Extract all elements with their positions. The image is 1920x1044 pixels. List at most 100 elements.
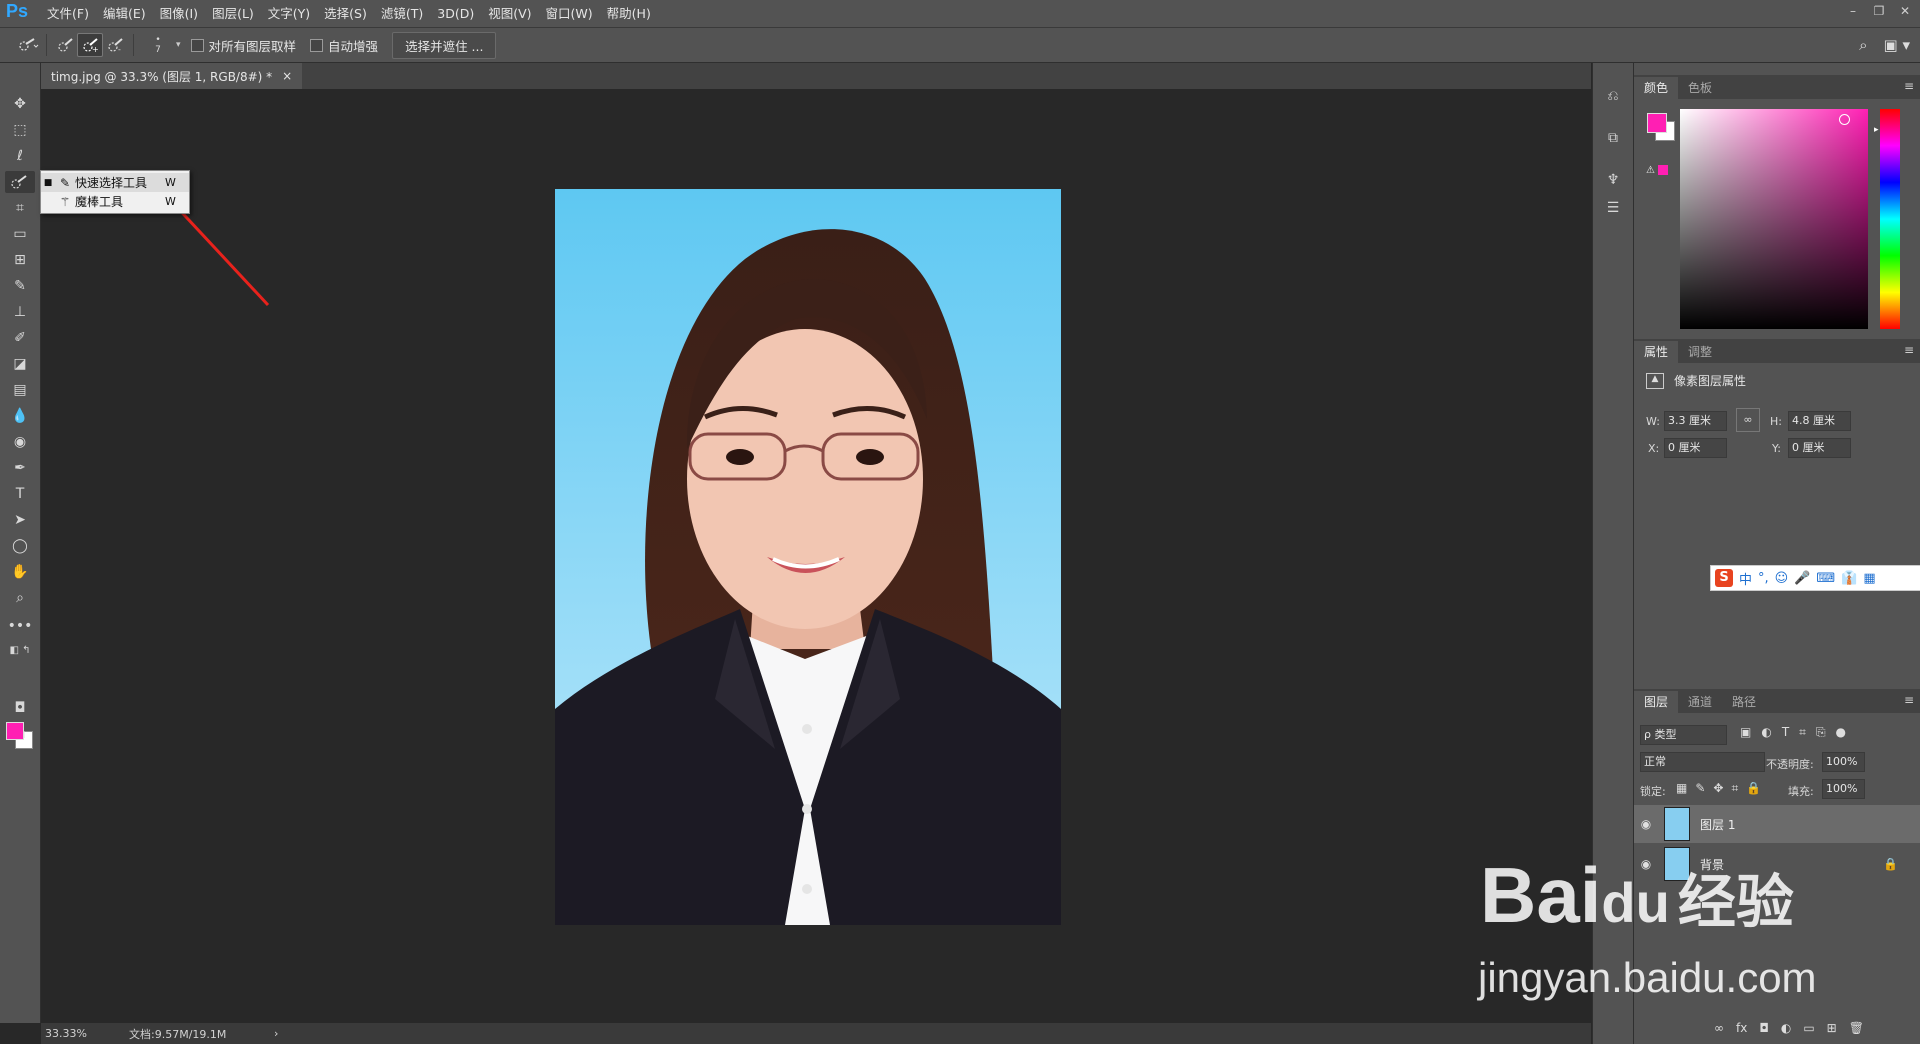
tab-color[interactable]: 颜色: [1634, 77, 1679, 99]
filter-shape-icon[interactable]: ⌗: [1799, 725, 1806, 740]
opacity-field[interactable]: 100%: [1822, 752, 1865, 772]
eraser-tool[interactable]: ◪: [5, 353, 35, 375]
zoom-tool[interactable]: ⌕: [5, 587, 35, 609]
menu-window[interactable]: 窗口(W): [539, 0, 600, 27]
restore-button[interactable]: ❐: [1870, 3, 1888, 19]
quick-mask-tool[interactable]: ◘: [5, 697, 35, 719]
color-picker-cursor[interactable]: [1839, 114, 1850, 125]
pen-tool[interactable]: ✒: [5, 457, 35, 479]
history-brush-tool[interactable]: ✐: [5, 327, 35, 349]
crop-tool[interactable]: ⌗: [5, 197, 35, 219]
filter-pixel-icon[interactable]: ▣: [1740, 725, 1751, 740]
close-button[interactable]: ✕: [1896, 3, 1914, 19]
edit-toolbar[interactable]: •••: [5, 615, 35, 637]
x-field[interactable]: 0 厘米: [1664, 438, 1727, 458]
menu-layer[interactable]: 图层(L): [205, 0, 261, 27]
search-icon[interactable]: ⌕: [1859, 36, 1867, 54]
add-to-selection-button[interactable]: +: [77, 33, 103, 57]
lock-pixels-icon[interactable]: ✎: [1695, 781, 1705, 796]
menu-select[interactable]: 选择(S): [317, 0, 374, 27]
menu-view[interactable]: 视图(V): [481, 0, 538, 27]
layer-row-1[interactable]: ◉ 图层 1: [1634, 805, 1920, 843]
adjustments-icon[interactable]: ☰: [1601, 197, 1625, 219]
new-selection-button[interactable]: [53, 34, 77, 56]
menu-type[interactable]: 文字(Y): [261, 0, 317, 27]
brush-settings-icon[interactable]: ♆: [1601, 169, 1625, 191]
flyout-quick-selection[interactable]: ■ ✎ 快速选择工具 W: [41, 173, 189, 192]
adjustment-layer-icon[interactable]: ◐: [1781, 1021, 1791, 1035]
blend-mode-select[interactable]: 正常: [1640, 752, 1765, 772]
lock-transparent-icon[interactable]: ▦: [1676, 781, 1687, 796]
tab-paths[interactable]: 路径: [1722, 691, 1766, 713]
auto-enhance-checkbox[interactable]: [310, 38, 324, 52]
lock-artboard-icon[interactable]: ⌗: [1731, 781, 1738, 796]
panel-menu-icon[interactable]: ≡: [1904, 693, 1914, 707]
filter-smart-object-icon[interactable]: ⎘: [1816, 725, 1826, 740]
width-field[interactable]: 3.3 厘米: [1664, 411, 1727, 431]
stamp-tool[interactable]: ⊥: [5, 301, 35, 323]
history-icon[interactable]: ⎌: [1601, 85, 1625, 107]
link-layers-icon[interactable]: ∞: [1714, 1021, 1724, 1035]
frame-tool[interactable]: ⊞: [5, 249, 35, 271]
gradient-tool[interactable]: ▤: [5, 379, 35, 401]
filter-type-icon[interactable]: T: [1782, 725, 1789, 740]
properties-icon[interactable]: ⧉: [1601, 127, 1625, 149]
select-and-mask-button[interactable]: 选择并遮住 ...: [392, 31, 497, 59]
subtract-from-selection-button[interactable]: -: [103, 34, 127, 56]
ime-punctuation[interactable]: °,: [1758, 571, 1769, 586]
swap-colors[interactable]: ◧ ↰: [5, 639, 35, 661]
ime-voice-icon[interactable]: 🎤: [1794, 571, 1810, 586]
panel-menu-icon[interactable]: ≡: [1904, 343, 1914, 357]
blur-tool[interactable]: 💧: [5, 405, 35, 427]
fill-field[interactable]: 100%: [1822, 779, 1865, 799]
close-tab-icon[interactable]: ×: [282, 69, 292, 83]
ime-chinese-mode[interactable]: 中: [1739, 569, 1752, 588]
panel-menu-icon[interactable]: ≡: [1904, 79, 1914, 93]
menu-edit[interactable]: 编辑(E): [96, 0, 153, 27]
menu-3d[interactable]: 3D(D): [430, 0, 481, 27]
tab-channels[interactable]: 通道: [1678, 691, 1722, 713]
lock-position-icon[interactable]: ✥: [1713, 781, 1723, 796]
marquee-tool[interactable]: ⬚: [5, 119, 35, 141]
ime-skin-icon[interactable]: 👔: [1841, 571, 1857, 586]
zoom-level[interactable]: 33.33%: [41, 1027, 129, 1040]
type-tool[interactable]: T: [5, 483, 35, 505]
brush-tool[interactable]: ✎: [5, 275, 35, 297]
new-layer-icon[interactable]: ⊞: [1827, 1021, 1837, 1035]
link-icon[interactable]: ∞: [1736, 408, 1760, 432]
add-mask-icon[interactable]: ◘: [1759, 1021, 1769, 1035]
fx-icon[interactable]: fx: [1736, 1021, 1747, 1035]
menu-help[interactable]: 帮助(H): [600, 0, 658, 27]
visibility-eye-icon[interactable]: ◉: [1634, 817, 1658, 831]
workspace-icon[interactable]: ▣ ▾: [1884, 36, 1910, 54]
path-selection-tool[interactable]: ➤: [5, 509, 35, 531]
ime-emoji-icon[interactable]: ☺: [1775, 571, 1789, 586]
color-picker-field[interactable]: [1680, 109, 1868, 329]
status-arrow-icon[interactable]: ›: [274, 1027, 278, 1040]
eyedropper-tool[interactable]: ▭: [5, 223, 35, 245]
delete-layer-icon[interactable]: 🗑: [1849, 1021, 1864, 1035]
tab-adjustments[interactable]: 调整: [1678, 341, 1722, 363]
tab-layers[interactable]: 图层: [1634, 691, 1679, 713]
filter-toggle-icon[interactable]: ●: [1836, 725, 1846, 740]
sogou-logo[interactable]: S: [1715, 569, 1733, 587]
hand-tool[interactable]: ✋: [5, 561, 35, 583]
hue-slider[interactable]: [1880, 109, 1900, 329]
brush-size-picker[interactable]: • 7: [140, 34, 176, 56]
tool-preset-picker[interactable]: [16, 34, 40, 56]
shape-tool[interactable]: ◯: [5, 535, 35, 557]
menu-file[interactable]: 文件(F): [40, 0, 96, 27]
foreground-color-swatch[interactable]: [6, 722, 24, 740]
filter-adjustment-icon[interactable]: ◐: [1761, 725, 1771, 740]
new-group-icon[interactable]: ▭: [1803, 1021, 1814, 1035]
tab-swatches[interactable]: 色板: [1678, 77, 1722, 99]
menu-image[interactable]: 图像(I): [153, 0, 205, 27]
flyout-magic-wand[interactable]: ⚚ 魔棒工具 W: [41, 192, 189, 211]
color-fg-swatch[interactable]: [1647, 113, 1667, 133]
lasso-tool[interactable]: ℓ: [5, 145, 35, 167]
tab-properties[interactable]: 属性: [1634, 341, 1679, 363]
ime-keyboard-icon[interactable]: ⌨: [1816, 571, 1835, 586]
minimize-button[interactable]: –: [1844, 3, 1862, 19]
layer-filter-select[interactable]: ρ 类型: [1640, 725, 1727, 745]
height-field[interactable]: 4.8 厘米: [1788, 411, 1851, 431]
